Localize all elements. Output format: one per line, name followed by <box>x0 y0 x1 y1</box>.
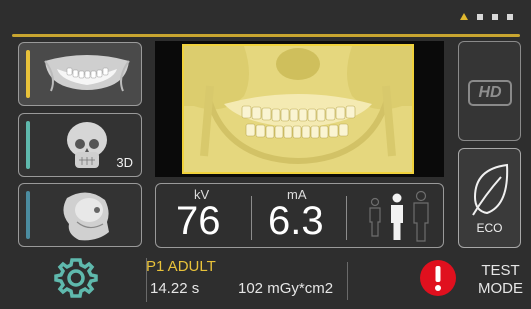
panoramic-jaw-icon <box>44 55 130 92</box>
head-profile-icon <box>63 192 109 241</box>
settings-gear-icon[interactable] <box>52 254 100 302</box>
separator <box>346 196 347 240</box>
mode-3d-label: 3D <box>116 155 133 170</box>
eco-label: ECO <box>476 221 503 235</box>
mode-button-panoramic[interactable] <box>18 42 142 106</box>
patient-size-icon[interactable] <box>361 188 441 246</box>
exposure-panel: kV 76 mA 6.3 <box>155 183 444 248</box>
mode-stripe <box>26 191 30 239</box>
patient-profile[interactable]: P1 ADULT <box>146 258 216 275</box>
test-mode-line1: TEST <box>481 262 520 279</box>
mode-button-cephalometric[interactable] <box>18 183 142 247</box>
status-divider <box>347 262 348 300</box>
hd-button[interactable]: HD <box>458 41 521 141</box>
image-preview <box>155 41 444 177</box>
page-dot[interactable] <box>477 14 483 20</box>
page-indicator[interactable] <box>460 13 513 20</box>
leaf-icon <box>472 163 509 216</box>
test-mode-line2: MODE <box>478 280 523 297</box>
panoramic-xray-image <box>182 44 414 174</box>
warning-alert-icon[interactable] <box>418 258 458 298</box>
page-dot[interactable] <box>507 14 513 20</box>
eco-button[interactable]: ECO <box>458 148 521 248</box>
mode-stripe <box>26 50 30 98</box>
page-dot[interactable] <box>492 14 498 20</box>
dose-area-product: 102 mGy*cm2 <box>238 280 334 297</box>
test-mode-indicator: TEST MODE <box>478 262 523 298</box>
exposure-time: 14.22 s <box>150 280 200 297</box>
page-dot-active[interactable] <box>460 13 468 20</box>
ma-value[interactable]: 6.3 <box>268 199 324 244</box>
header-divider <box>12 34 520 37</box>
mode-button-3d[interactable]: 3D <box>18 113 142 177</box>
mode-stripe <box>26 121 30 169</box>
separator <box>251 196 252 240</box>
hd-label: HD <box>468 80 512 106</box>
xray-jaw-graphic <box>184 46 412 172</box>
kv-value[interactable]: 76 <box>176 199 221 244</box>
